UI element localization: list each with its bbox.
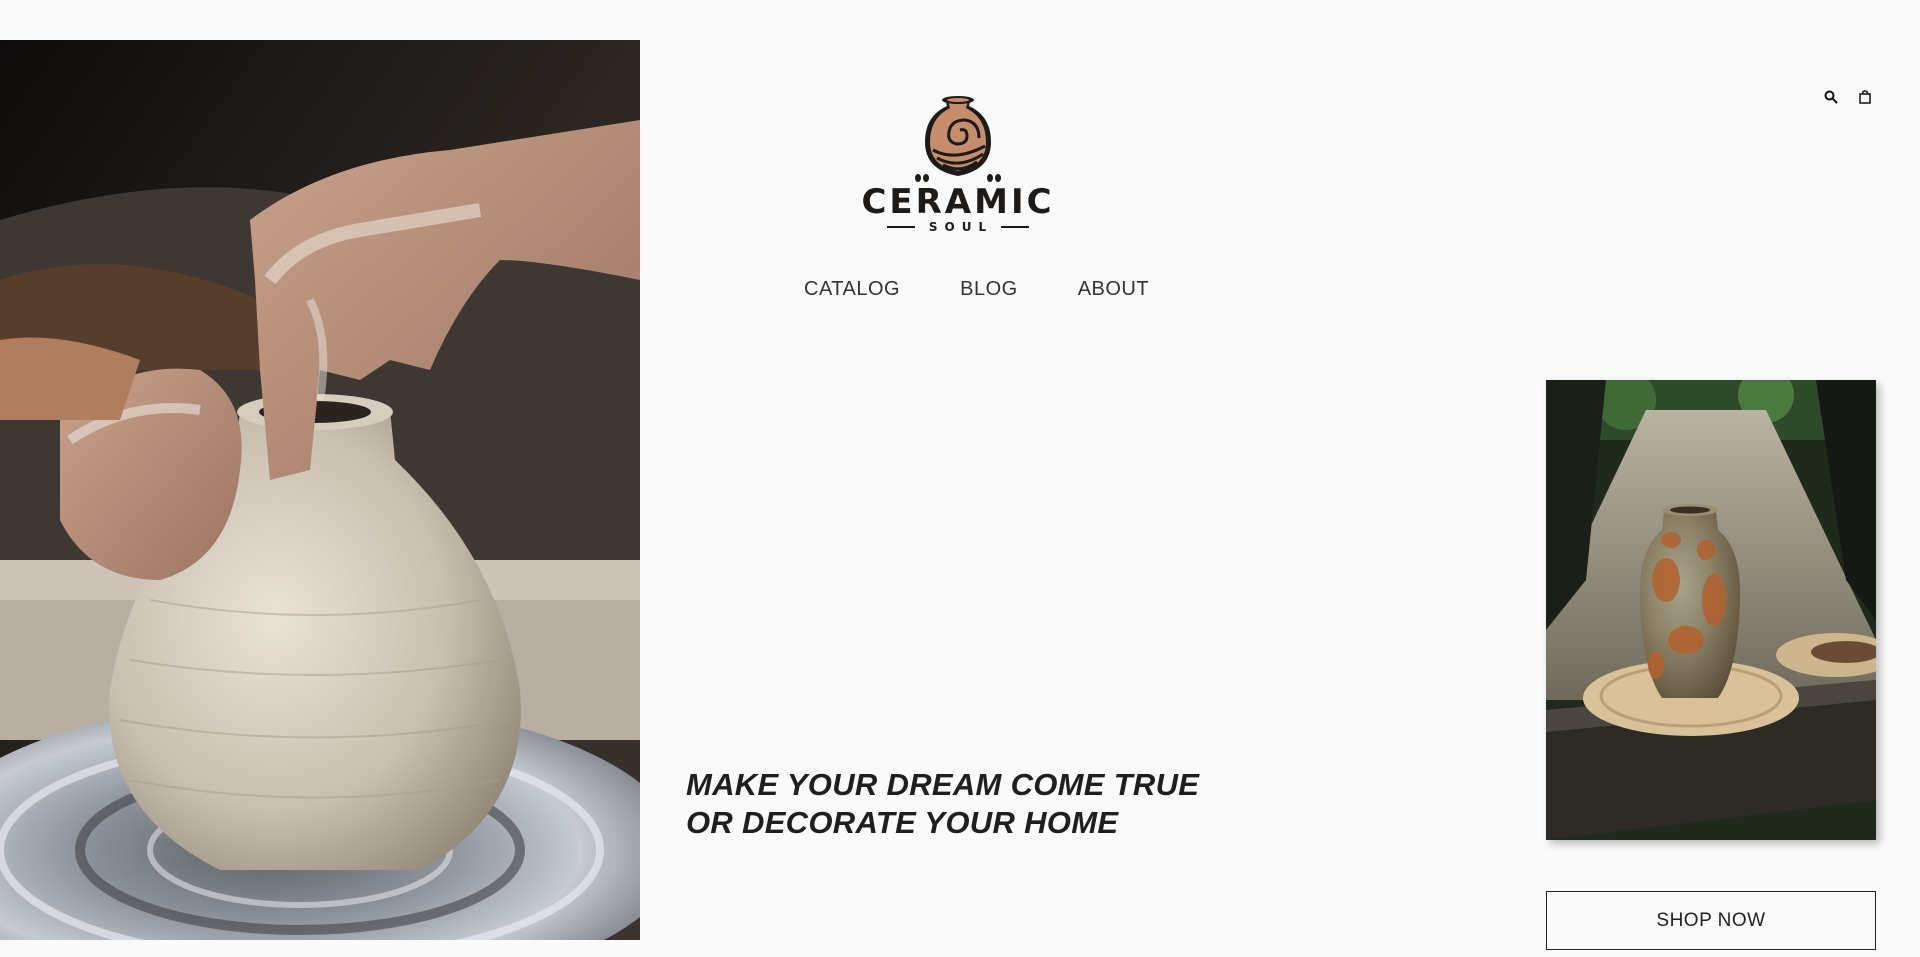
hero-image-potter-hands — [0, 40, 640, 940]
nav-item-about[interactable]: ABOUT — [1078, 278, 1149, 301]
hero-tagline: MAKE YOUR DREAM COME TRUE OR DECORATE YO… — [686, 766, 1199, 842]
divider — [886, 226, 915, 228]
brand-name: CERAMIC — [861, 182, 1055, 222]
shopping-bag-icon[interactable] — [1858, 90, 1872, 104]
tagline-line-2: OR DECORATE YOUR HOME — [686, 805, 1119, 840]
main-nav: CATALOG BLOG ABOUT — [804, 278, 1149, 301]
divider — [1001, 226, 1030, 228]
shop-now-button[interactable]: SHOP NOW — [1546, 891, 1876, 950]
header-icons — [1824, 90, 1872, 104]
nav-item-blog[interactable]: BLOG — [960, 278, 1018, 301]
product-image-vase[interactable] — [1546, 380, 1876, 840]
vase-logo-icon — [915, 96, 1001, 182]
tagline-line-1: MAKE YOUR DREAM COME TRUE — [686, 767, 1200, 802]
brand-subname: SOUL — [928, 220, 994, 234]
brand-sub-row: SOUL — [886, 220, 1030, 234]
search-icon[interactable] — [1824, 90, 1838, 104]
nav-item-catalog[interactable]: CATALOG — [804, 278, 900, 301]
brand-logo[interactable]: CERAMIC SOUL — [861, 92, 1052, 242]
